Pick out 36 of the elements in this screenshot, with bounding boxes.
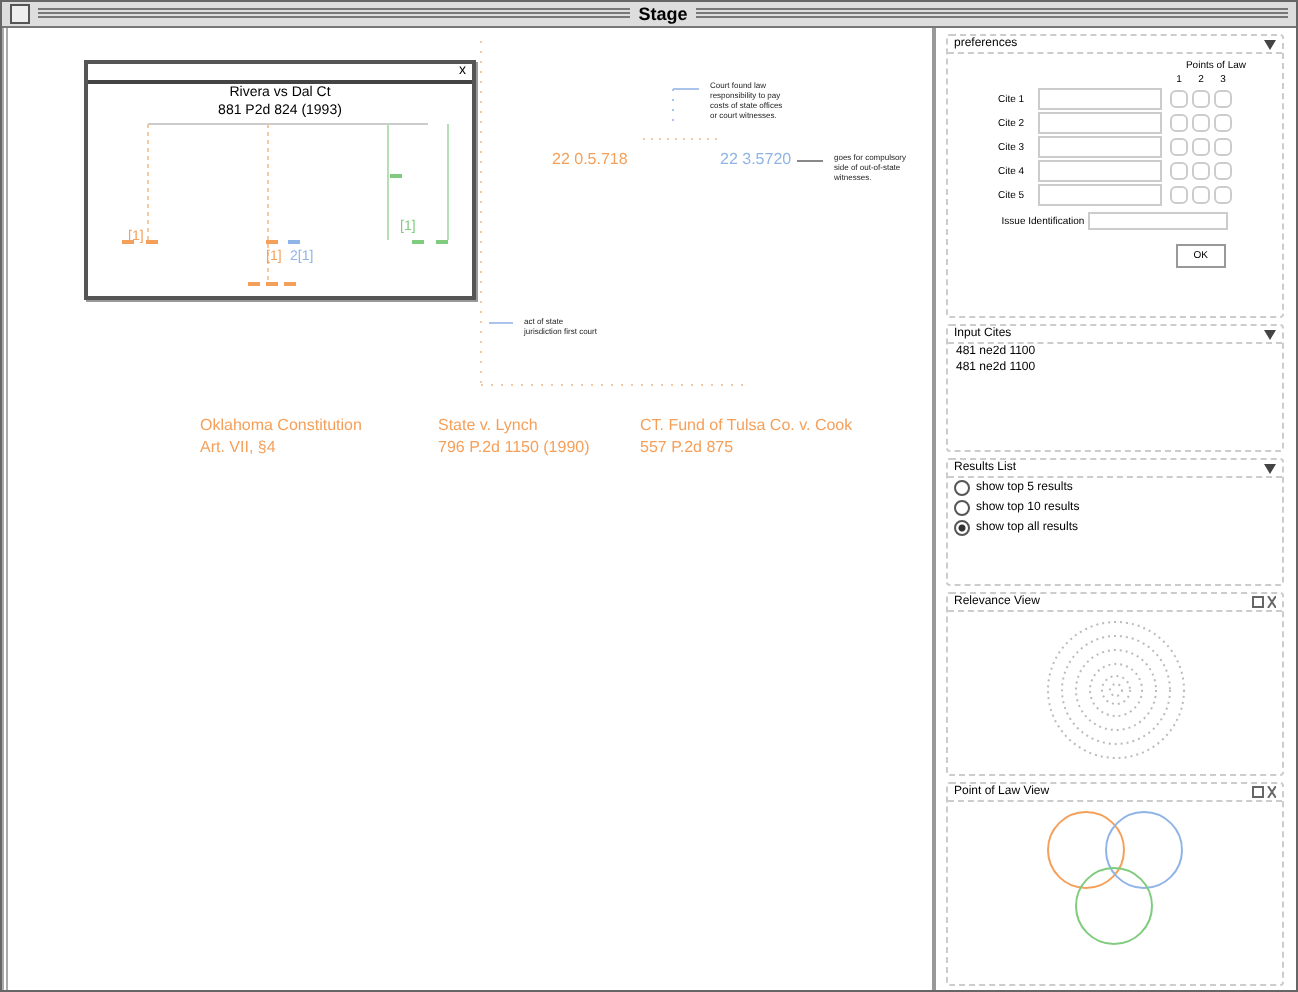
point-checkbox[interactable]	[1214, 138, 1232, 156]
collapse-icon[interactable]	[1264, 463, 1276, 473]
point-checkbox[interactable]	[1214, 90, 1232, 108]
point-checkbox[interactable]	[1214, 114, 1232, 132]
case-node[interactable]: 22 0.5.718	[552, 148, 628, 170]
window-controls-icon[interactable]	[1252, 596, 1276, 608]
close-box[interactable]	[10, 4, 30, 24]
point-checkbox[interactable]	[1192, 138, 1210, 156]
point-checkbox[interactable]	[1170, 162, 1188, 180]
point-checkbox[interactable]	[1170, 90, 1188, 108]
cite-field[interactable]	[1038, 184, 1162, 206]
radio-button[interactable]	[954, 520, 970, 536]
cite-field[interactable]	[1038, 112, 1162, 134]
point-checkbox[interactable]	[1192, 90, 1210, 108]
case-node[interactable]: 22 3.5720	[720, 148, 792, 170]
point-checkbox[interactable]	[1170, 186, 1188, 204]
radio-button[interactable]	[954, 480, 970, 496]
point-checkbox[interactable]	[1192, 162, 1210, 180]
window-title: Stage	[638, 4, 688, 24]
point-checkbox[interactable]	[1170, 114, 1188, 132]
issue-field[interactable]	[1088, 212, 1229, 230]
cite-field[interactable]	[1038, 136, 1162, 158]
point-checkbox[interactable]	[1192, 114, 1210, 132]
cite-field[interactable]	[1038, 160, 1162, 182]
collapse-icon[interactable]	[1264, 329, 1276, 339]
point-checkbox[interactable]	[1192, 186, 1210, 204]
cite-field[interactable]	[1038, 88, 1162, 110]
collapse-icon[interactable]	[1264, 39, 1276, 49]
case-node[interactable]: State v. Lynch 796 P.2d 1150 (1990)	[438, 414, 590, 458]
window-controls-icon[interactable]	[1252, 786, 1276, 798]
case-node[interactable]: Oklahoma Constitution Art. VII, §4	[200, 414, 362, 458]
case-node[interactable]: CT. Fund of Tulsa Co. v. Cook 557 P.2d 875	[640, 414, 853, 458]
point-checkbox[interactable]	[1170, 138, 1188, 156]
point-checkbox[interactable]	[1214, 186, 1232, 204]
point-checkbox[interactable]	[1214, 162, 1232, 180]
radio-button[interactable]	[954, 500, 970, 516]
